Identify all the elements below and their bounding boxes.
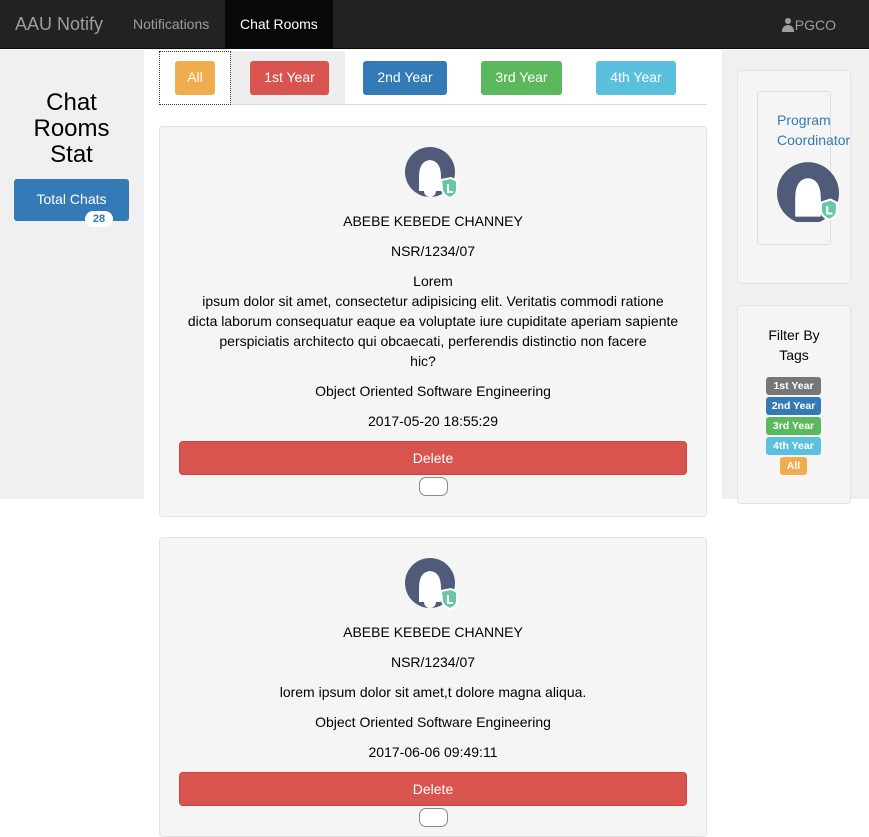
- student-name: ABEBE KEBEDE CHANNEY: [343, 213, 523, 229]
- top-navbar: AAU Notify Notifications Chat Rooms PGCO: [0, 0, 869, 49]
- user-name: PGCO: [794, 16, 836, 33]
- filter-by-tags-title: Filter By Tags: [768, 327, 820, 363]
- tab-3rd-year[interactable]: 3rd Year: [481, 61, 562, 95]
- coordinator-link[interactable]: Program Coordinator: [777, 110, 850, 150]
- chat-card: ABEBE KEBEDE CHANNEY NSR/1234/07 lorem i…: [159, 537, 707, 837]
- timestamp: 2017-05-20 18:55:29: [368, 413, 498, 429]
- left-sidebar: Chat Rooms Stat Total Chats: [0, 50, 144, 499]
- tag-4th-year[interactable]: 4th Year: [766, 437, 821, 455]
- tab-all[interactable]: All: [175, 61, 215, 95]
- brand-logo[interactable]: AAU Notify: [15, 0, 103, 49]
- user-avatar-icon: [405, 147, 458, 199]
- student-id: NSR/1234/07: [390, 243, 476, 259]
- select-toggle[interactable]: [419, 477, 448, 496]
- tag-all[interactable]: All: [780, 457, 807, 475]
- tag-1st-year[interactable]: 1st Year: [766, 377, 821, 395]
- chat-rooms-stat-title: Chat Rooms Stat: [33, 89, 110, 168]
- student-name: ABEBE KEBEDE CHANNEY: [343, 624, 523, 640]
- tab-2nd-year[interactable]: 2nd Year: [363, 61, 447, 95]
- nav-item-chat-rooms[interactable]: Chat Rooms: [225, 0, 333, 49]
- select-toggle[interactable]: [419, 808, 448, 827]
- course-name: Object Oriented Software Engineering: [315, 714, 551, 730]
- tab-4th-year[interactable]: 4th Year: [596, 61, 676, 95]
- chat-card: ABEBE KEBEDE CHANNEY NSR/1234/07 Lorem i…: [159, 126, 707, 517]
- timestamp: 2017-06-06 09:49:11: [368, 744, 498, 760]
- user-menu[interactable]: PGCO: [781, 0, 836, 49]
- total-chats-label: Total Chats: [36, 191, 107, 207]
- tab-1st-year[interactable]: 1st Year: [250, 61, 329, 95]
- user-icon: [781, 17, 794, 32]
- coordinator-avatar-icon: [777, 162, 839, 222]
- user-avatar-icon: [405, 558, 458, 610]
- delete-button[interactable]: Delete: [179, 441, 687, 475]
- tag-3rd-year[interactable]: 3rd Year: [766, 417, 821, 435]
- course-name: Object Oriented Software Engineering: [315, 383, 551, 399]
- student-id: NSR/1234/07: [390, 654, 476, 670]
- chat-message: Lorem ipsum dolor sit amet, consectetur …: [187, 273, 679, 369]
- total-chats-badge: 28: [85, 211, 113, 227]
- tag-2nd-year[interactable]: 2nd Year: [766, 397, 821, 415]
- delete-button[interactable]: Delete: [179, 772, 687, 806]
- nav-item-notifications[interactable]: Notifications: [118, 0, 224, 49]
- chat-message: lorem ipsum dolor sit amet,t dolore magn…: [279, 684, 587, 700]
